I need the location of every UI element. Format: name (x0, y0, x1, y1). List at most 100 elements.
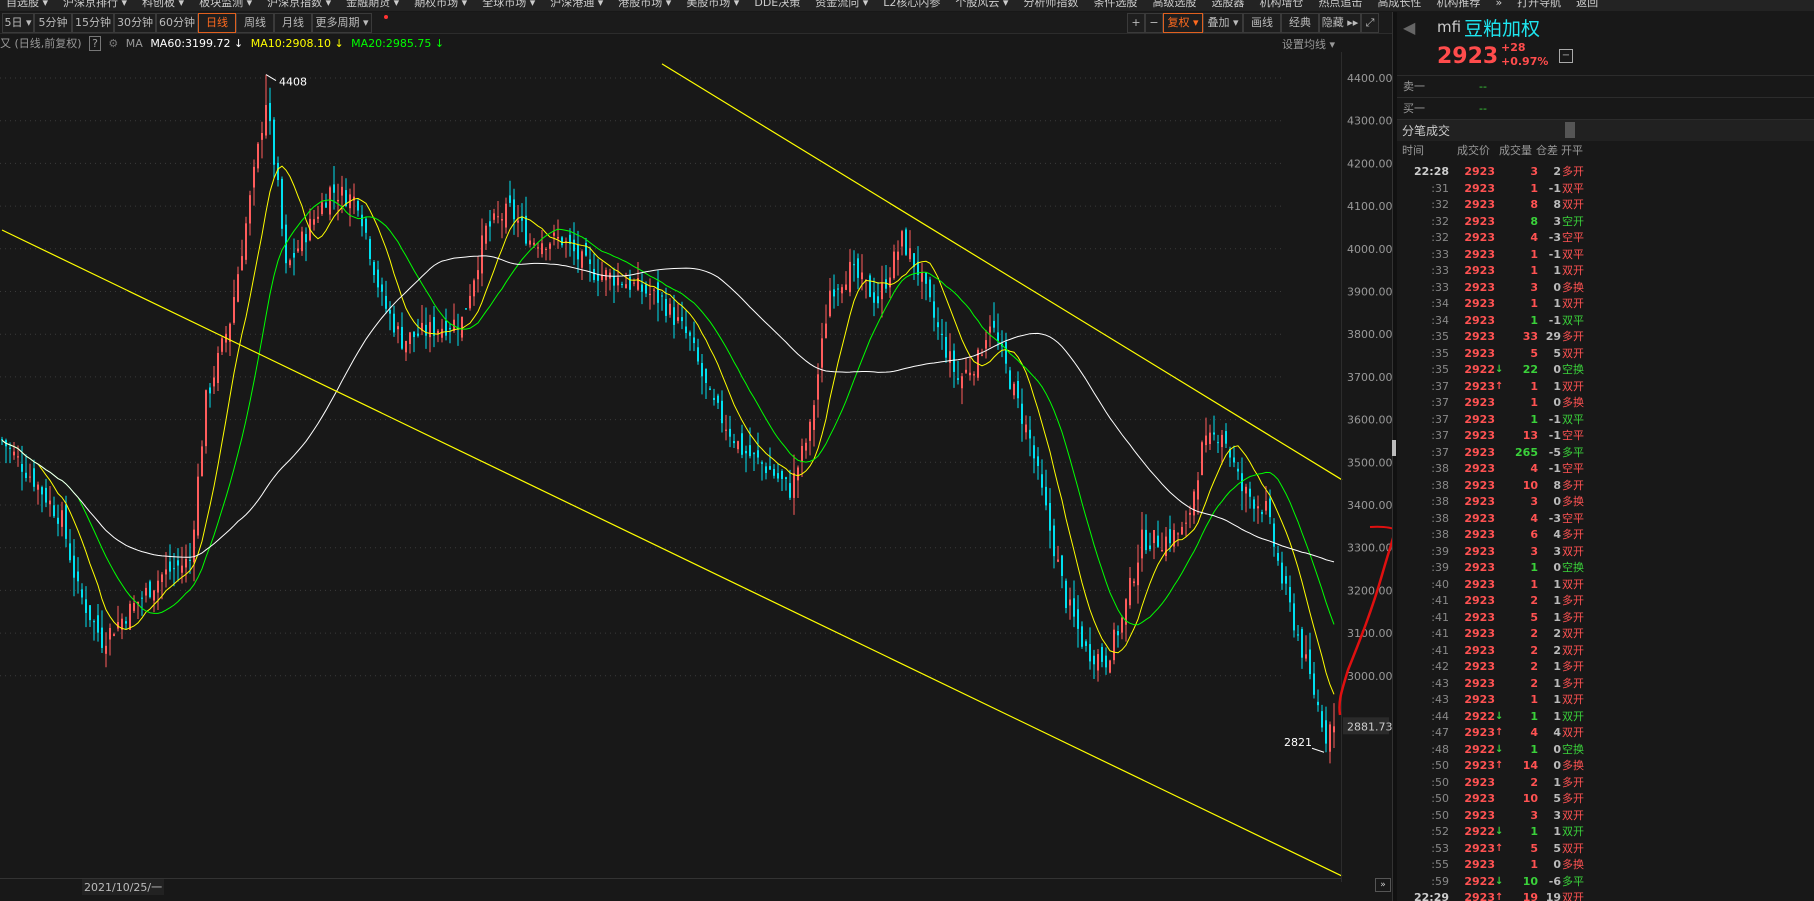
menu-item[interactable]: L2核心内参 (883, 0, 940, 8)
menu-item[interactable]: 沪深港通 ▾ (550, 0, 603, 8)
menu-item[interactable]: 板块监测 ▾ (199, 0, 252, 8)
candle-down (1029, 429, 1031, 439)
period-tab[interactable]: 更多周期 ▾ (312, 13, 372, 33)
tick-volume: 6 (1530, 528, 1538, 541)
candle-up (253, 166, 255, 188)
hide-button[interactable]: 隐藏 ▸▸ (1319, 13, 1361, 33)
tick-volume: 1 (1530, 181, 1538, 195)
tick-type: 多开 (1562, 478, 1584, 492)
ma20-value: MA20:2985.75 ↓ (351, 37, 445, 50)
candle-down (657, 282, 659, 303)
menu-item[interactable]: 全球市场 ▾ (482, 0, 535, 8)
candle-up (1013, 383, 1015, 396)
collapse-handle[interactable] (1392, 440, 1396, 456)
zoom-out-button[interactable]: − (1145, 13, 1163, 33)
candle-up (501, 219, 503, 221)
candle-down (325, 202, 327, 208)
menu-item[interactable]: 返回 (1576, 0, 1598, 8)
zoom-in-button[interactable]: + (1127, 13, 1145, 33)
classic-button[interactable]: 经典 (1281, 13, 1319, 33)
period-tab[interactable]: 周线 (236, 13, 274, 33)
candle-up (257, 143, 259, 169)
gear-icon[interactable]: ⚙ (108, 37, 118, 50)
candle-up (37, 484, 39, 490)
overlay-button[interactable]: 叠加 ▾ (1203, 13, 1243, 33)
candle-down (1301, 629, 1303, 658)
tick-price: 2923 (1464, 478, 1495, 492)
help-icon[interactable]: ? (89, 36, 101, 51)
candle-down (1065, 580, 1067, 609)
collapse-button[interactable]: − (1559, 49, 1573, 63)
scroll-right-button[interactable]: » (1375, 878, 1391, 892)
menu-item[interactable]: 机构增仓 (1259, 0, 1303, 8)
period-tab[interactable]: 月线 (274, 13, 312, 33)
period-tab[interactable]: 60分钟 (156, 13, 198, 33)
candle-down (1077, 609, 1079, 629)
candle-down (693, 337, 695, 344)
tick-volume: 1 (1530, 412, 1538, 426)
candle-down (85, 599, 87, 613)
menu-item[interactable]: 选股器 (1211, 0, 1244, 8)
period-tab[interactable]: 5日 ▾ (2, 13, 34, 33)
tick-oi-diff: 1 (1553, 693, 1561, 706)
menu-item[interactable]: 金融期货 ▾ (346, 0, 399, 8)
menu-item[interactable]: 高成长性 (1377, 0, 1421, 8)
candle-down (357, 200, 359, 211)
candle-down (1117, 631, 1119, 636)
tick-row: :37 2923 1 0 多换 (1397, 395, 1814, 411)
period-tab[interactable]: 日线 (198, 13, 236, 33)
tick-oi-diff: 0 (1553, 363, 1561, 376)
menu-item[interactable]: 港股市场 ▾ (618, 0, 671, 8)
menu-item[interactable]: 分析师指数 (1023, 0, 1078, 8)
price-tick-label: 3800.00 (1347, 328, 1392, 341)
tick-row: :41 2923 2 2 双开 (1397, 643, 1814, 659)
menu-item[interactable]: 个股风云 ▾ (955, 0, 1008, 8)
menu-item[interactable]: 机构推荐 (1436, 0, 1480, 8)
candle-up (497, 216, 499, 218)
menu-item[interactable]: 资金流向 ▾ (815, 0, 868, 8)
menu-item[interactable]: 自选股 ▾ (6, 0, 48, 8)
tick-time: :43 (1431, 676, 1449, 690)
menu-item[interactable]: DDE决策 (754, 0, 800, 8)
candle-up (849, 261, 851, 293)
candle-up (817, 374, 819, 400)
candle-up (105, 645, 107, 654)
candle-up (405, 340, 407, 353)
candle-down (1237, 468, 1239, 472)
menu-item[interactable]: 打开导航 (1517, 0, 1561, 8)
tick-row: :38 2923 10 8 多开 (1397, 478, 1814, 494)
settings-icon[interactable] (1565, 122, 1575, 138)
menu-item[interactable]: 沪深京指数 ▾ (267, 0, 331, 8)
menu-item[interactable]: 高级选股 (1152, 0, 1196, 8)
menu-item[interactable]: 热点追击 (1318, 0, 1362, 8)
prev-symbol-icon[interactable]: ◀ (1403, 18, 1415, 37)
period-tab[interactable]: 5分钟 (34, 13, 72, 33)
period-tab[interactable]: 30分钟 (114, 13, 156, 33)
menu-item[interactable]: 美股市场 ▾ (686, 0, 739, 8)
candle-up (145, 587, 147, 596)
set-ma-dropdown[interactable]: 设置均线 ▾ (1282, 36, 1335, 52)
tick-time: :40 (1431, 577, 1449, 591)
candle-up (265, 104, 267, 136)
candle-down (9, 447, 11, 449)
tick-type: 双开 (1562, 709, 1584, 723)
candlestick-chart[interactable]: 4400.00 4300.00 4200.00 4100.00 4000.00 3900.… (0, 52, 1392, 882)
menu-item[interactable]: 沪深京排行 ▾ (63, 0, 127, 8)
tick-price: 2922 (1464, 709, 1495, 723)
period-tab[interactable]: 15分钟 (72, 13, 114, 33)
menu-item[interactable]: 期权市场 ▾ (414, 0, 467, 8)
tick-row: :38 2923 6 4 多开 (1397, 527, 1814, 543)
candle-up (441, 328, 443, 338)
menu-item[interactable]: » (1495, 0, 1502, 8)
candle-up (633, 282, 635, 284)
menu-item[interactable]: 科创板 ▾ (142, 0, 184, 8)
menu-item[interactable]: 条件选股 (1093, 0, 1137, 8)
candle-up (1197, 480, 1199, 500)
adjust-button[interactable]: 复权 ▾ (1163, 13, 1203, 33)
candle-up (821, 338, 823, 368)
candle-up (493, 213, 495, 220)
candle-up (217, 352, 219, 383)
draw-line-button[interactable]: 画线 (1243, 13, 1281, 33)
tick-type: 多换 (1562, 759, 1584, 772)
fullscreen-button[interactable]: ⤢ (1361, 13, 1379, 33)
